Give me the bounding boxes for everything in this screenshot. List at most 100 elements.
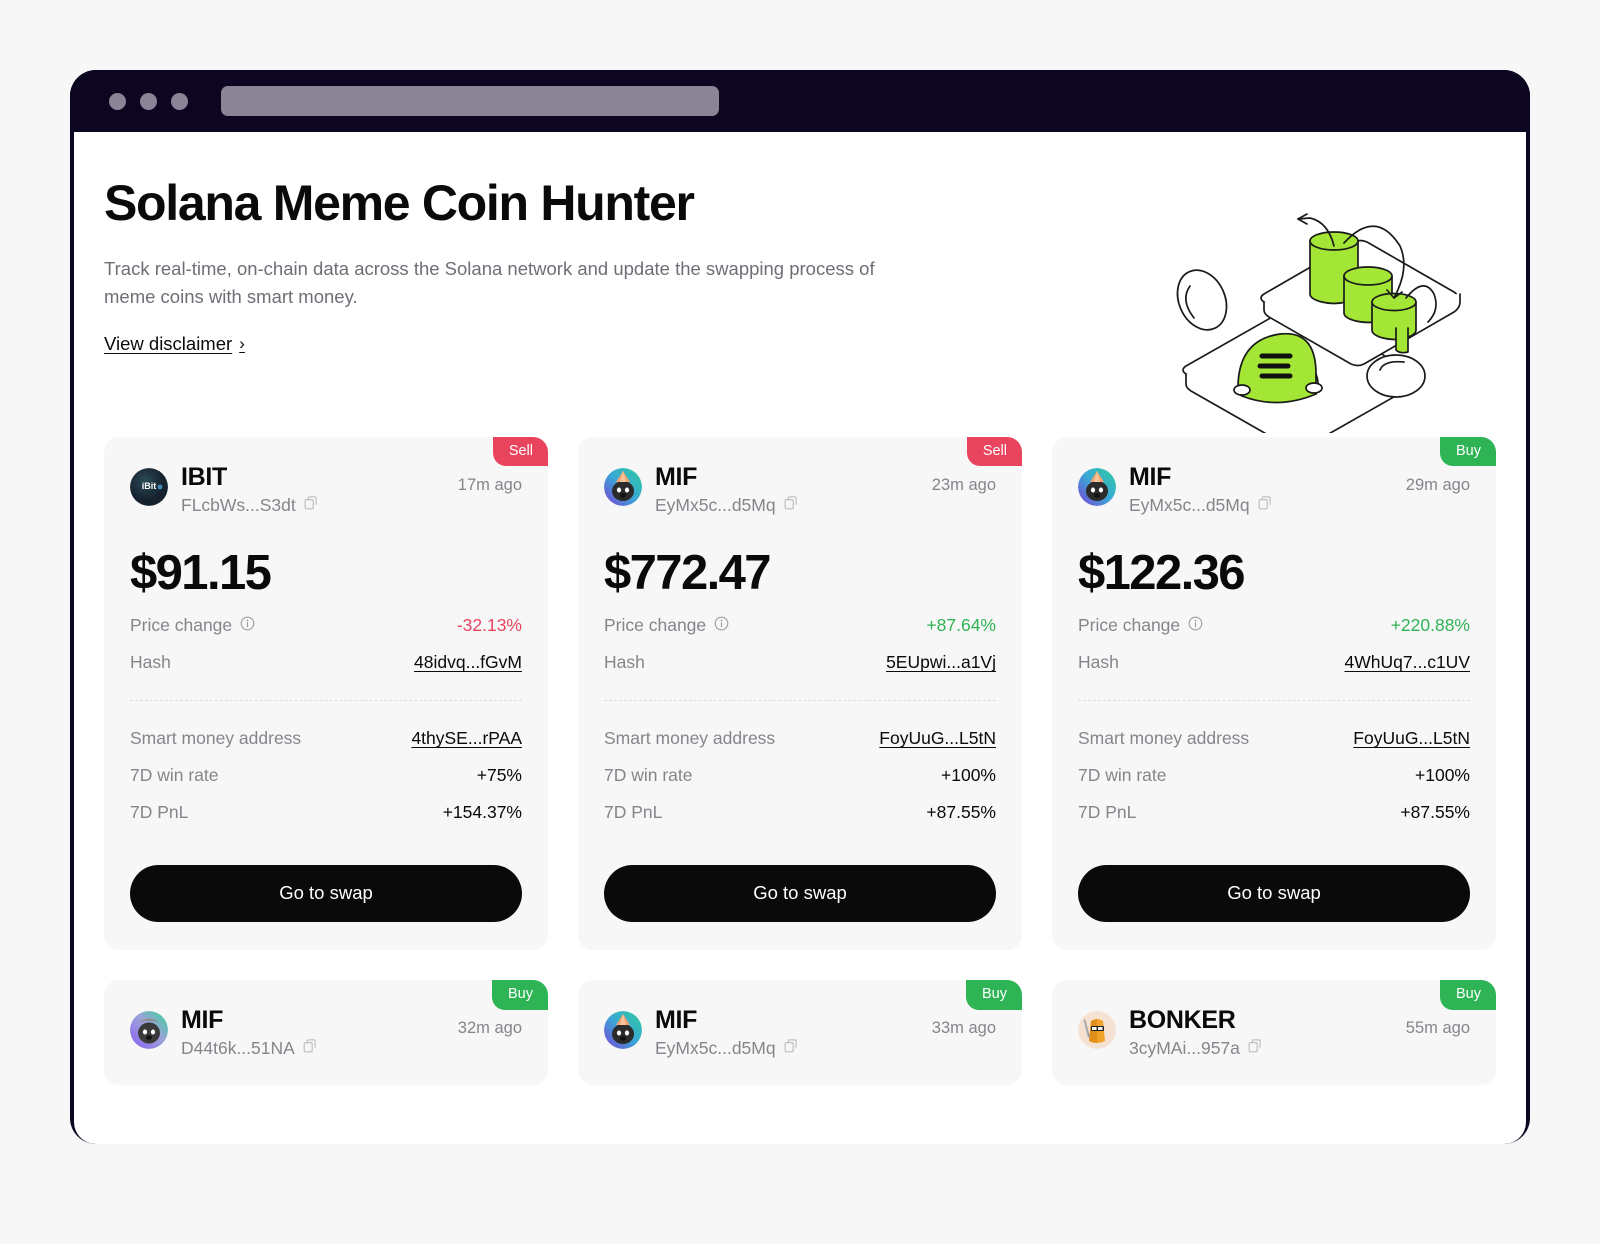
pnl-label: 7D PnL bbox=[604, 802, 663, 823]
close-window-dot[interactable] bbox=[109, 92, 126, 110]
price-change-label: Price change bbox=[604, 615, 729, 636]
go-to-swap-button[interactable]: Go to swap bbox=[130, 865, 522, 923]
view-disclaimer-link[interactable]: View disclaimer › bbox=[104, 333, 245, 355]
card-header: MIF D44t6k...51NA 32m ago bbox=[130, 1006, 522, 1059]
win-rate-row: 7D win rate +100% bbox=[1078, 765, 1470, 786]
hash-value[interactable]: 5EUpwi...a1Vj bbox=[886, 652, 996, 673]
price-change-label: Price change bbox=[130, 615, 255, 636]
pnl-row: 7D PnL +87.55% bbox=[604, 802, 996, 823]
timestamp: 33m ago bbox=[931, 1019, 996, 1038]
price-change-value: -32.13% bbox=[456, 615, 522, 636]
pnl-value: +87.55% bbox=[1400, 802, 1470, 823]
smart-money-row: Smart money address 4thySE...rPAA bbox=[130, 728, 522, 749]
win-rate-label: 7D win rate bbox=[130, 765, 219, 786]
card-header: BONKER 3cyMAi...957a 55m ago bbox=[1078, 1006, 1470, 1059]
coin-card[interactable]: Buy MIF EyMx5c...d5Mq bbox=[578, 980, 1022, 1086]
card-header: MIF EyMx5c...d5Mq 33m ago bbox=[604, 1006, 996, 1059]
timestamp: 55m ago bbox=[1405, 1019, 1470, 1038]
price-change-text: Price change bbox=[1078, 615, 1181, 636]
copy-icon[interactable] bbox=[1258, 496, 1272, 515]
copy-icon[interactable] bbox=[784, 1039, 798, 1058]
coin-address: FLcbWs...S3dt bbox=[181, 494, 296, 515]
smart-money-label: Smart money address bbox=[130, 728, 302, 749]
coin-address: D44t6k...51NA bbox=[181, 1038, 295, 1059]
smart-money-value[interactable]: FoyUuG...L5tN bbox=[1353, 728, 1470, 749]
coin-card[interactable]: Buy MIF D44t6k...51NA 32m ago bbox=[104, 980, 548, 1086]
card-header: MIF EyMx5c...d5Mq 23m ago bbox=[604, 463, 996, 516]
hash-label: Hash bbox=[1078, 652, 1119, 673]
hash-value[interactable]: 4WhUq7...c1UV bbox=[1345, 652, 1470, 673]
coin-symbol: MIF bbox=[1129, 463, 1172, 492]
coin-card[interactable]: Buy MIF EyMx5c...d5Mq bbox=[1052, 437, 1496, 951]
status-badge: Sell bbox=[492, 437, 548, 467]
coin-address: 3cyMAi...957a bbox=[1129, 1038, 1240, 1059]
status-badge: Buy bbox=[1440, 980, 1496, 1010]
hero-description: Track real-time, on-chain data across th… bbox=[104, 258, 875, 308]
card-divider bbox=[604, 700, 996, 702]
page-frame: Solana Meme Coin Hunter Track real-time,… bbox=[0, 0, 1600, 1244]
minimize-window-dot[interactable] bbox=[140, 92, 157, 110]
hero-section: Solana Meme Coin Hunter Track real-time,… bbox=[104, 176, 1496, 451]
address-bar-input[interactable] bbox=[221, 86, 719, 116]
smart-money-label: Smart money address bbox=[604, 728, 776, 749]
copy-icon[interactable] bbox=[1248, 1039, 1262, 1058]
coin-address: EyMx5c...d5Mq bbox=[655, 1038, 776, 1059]
coin-symbol: MIF bbox=[655, 463, 698, 492]
coin-symbol: IBIT bbox=[181, 463, 228, 492]
pnl-label: 7D PnL bbox=[1078, 802, 1137, 823]
timestamp: 29m ago bbox=[1405, 476, 1470, 495]
card-divider bbox=[1078, 700, 1470, 702]
mif-avatar bbox=[604, 1011, 642, 1050]
smart-money-row: Smart money address FoyUuG...L5tN bbox=[1078, 728, 1470, 749]
coin-card[interactable]: Sell iBit IBIT FLcbWs...S3dt 17m ago $91… bbox=[104, 437, 548, 951]
win-rate-value: +100% bbox=[1415, 765, 1470, 786]
price-change-text: Price change bbox=[604, 615, 707, 636]
coin-card[interactable]: Sell MIF EyMx5c...d5Mq 23m ago $772.47 P… bbox=[578, 437, 1022, 951]
page-viewport: Solana Meme Coin Hunter Track real-time,… bbox=[74, 132, 1526, 1144]
browser-window: Solana Meme Coin Hunter Track real-time,… bbox=[70, 70, 1530, 1144]
price-change-label: Price change bbox=[1078, 615, 1203, 636]
copy-icon[interactable] bbox=[784, 496, 798, 515]
card-divider bbox=[130, 700, 522, 702]
price-change-row: Price change -32.13% bbox=[130, 615, 522, 636]
price-change-value: +220.88% bbox=[1390, 615, 1470, 636]
price-change-text: Price change bbox=[130, 615, 233, 636]
win-rate-label: 7D win rate bbox=[604, 765, 693, 786]
hash-label: Hash bbox=[130, 652, 171, 673]
ibit-avatar: iBit bbox=[130, 468, 168, 507]
info-icon[interactable] bbox=[714, 615, 729, 636]
maximize-window-dot[interactable] bbox=[171, 92, 188, 110]
hash-row: Hash 5EUpwi...a1Vj bbox=[604, 652, 996, 673]
price-change-row: Price change +220.88% bbox=[1078, 615, 1470, 636]
coin-address: EyMx5c...d5Mq bbox=[1129, 494, 1250, 515]
go-to-swap-button[interactable]: Go to swap bbox=[1078, 865, 1470, 923]
win-rate-value: +100% bbox=[941, 765, 996, 786]
coin-symbol: MIF bbox=[655, 1006, 698, 1035]
card-header: MIF EyMx5c...d5Mq 29m ago bbox=[1078, 463, 1470, 516]
coin-symbol: BONKER bbox=[1129, 1006, 1236, 1035]
svg-text:iBit: iBit bbox=[142, 481, 157, 491]
pnl-row: 7D PnL +87.55% bbox=[1078, 802, 1470, 823]
pnl-value: +87.55% bbox=[926, 802, 996, 823]
win-rate-label: 7D win rate bbox=[1078, 765, 1167, 786]
coin-price: $91.15 bbox=[130, 545, 272, 600]
smart-money-value[interactable]: 4thySE...rPAA bbox=[411, 728, 522, 749]
info-icon[interactable] bbox=[240, 615, 255, 636]
smart-money-row: Smart money address FoyUuG...L5tN bbox=[604, 728, 996, 749]
win-rate-value: +75% bbox=[476, 765, 522, 786]
chevron-right-icon: › bbox=[239, 334, 245, 354]
copy-icon[interactable] bbox=[304, 496, 318, 515]
solana-wallet-illustration bbox=[1138, 198, 1468, 451]
hash-value[interactable]: 48idvq...fGvM bbox=[414, 652, 522, 673]
smart-money-value[interactable]: FoyUuG...L5tN bbox=[879, 728, 996, 749]
card-header: iBit IBIT FLcbWs...S3dt 17m ago bbox=[130, 463, 522, 516]
copy-icon[interactable] bbox=[303, 1039, 317, 1058]
coin-card[interactable]: Buy BONKER 3cyMAi...957a 55m ago bbox=[1052, 980, 1496, 1086]
go-to-swap-button[interactable]: Go to swap bbox=[604, 865, 996, 923]
pnl-value: +154.37% bbox=[442, 802, 522, 823]
pnl-label: 7D PnL bbox=[130, 802, 189, 823]
price-change-row: Price change +87.64% bbox=[604, 615, 996, 636]
mif-avatar bbox=[130, 1011, 168, 1050]
timestamp: 32m ago bbox=[457, 1019, 522, 1038]
info-icon[interactable] bbox=[1188, 615, 1203, 636]
